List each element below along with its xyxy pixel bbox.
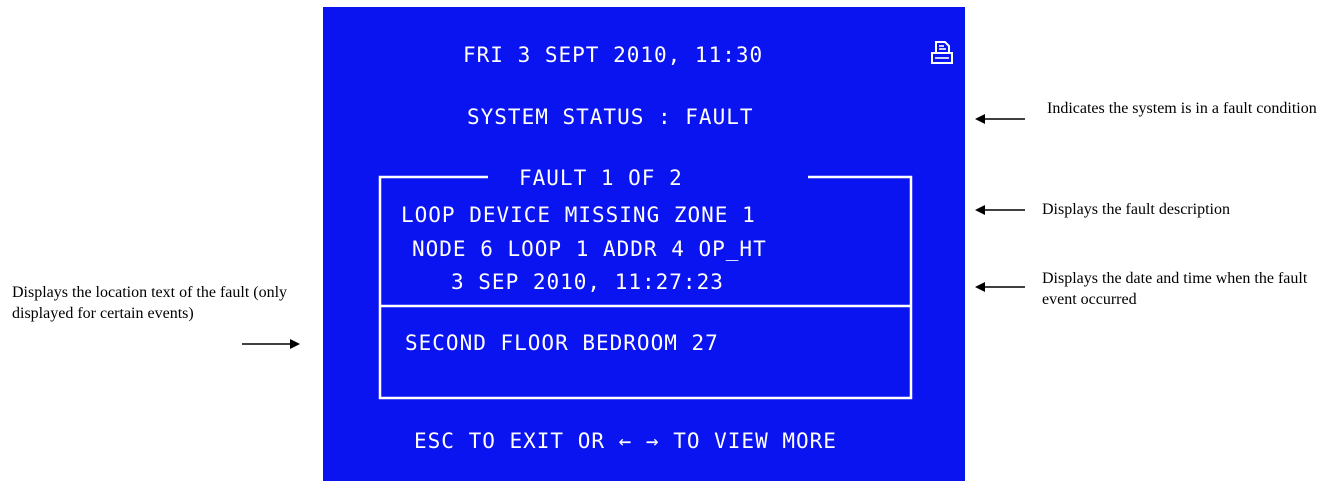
location-text: SECOND FLOOR BEDROOM 27 [405,331,719,355]
arrow-left-icon [975,282,1025,292]
arrow-left-icon [975,114,1025,124]
footer-navigation-hint: ESC TO EXIT OR ← → TO VIEW MORE [414,429,837,453]
display-screen: FRI 3 SEPT 2010, 11:30 SYSTEM STATUS : F… [323,7,965,481]
printer-icon[interactable] [931,41,953,65]
annotation-status-text: Indicates the system is in a fault condi… [1047,100,1317,117]
fault-timestamp: 3 SEP 2010, 11:27:23 [451,270,724,294]
annotation-description-text: Displays the fault description [1042,201,1230,218]
arrow-left-icon [975,205,1025,215]
annotation-datetime-text: Displays the date and time when the faul… [1042,270,1308,308]
fault-address: NODE 6 LOOP 1 ADDR 4 OP_HT [412,237,767,261]
annotation-location: Displays the location text of the fault … [12,282,297,324]
fault-description: LOOP DEVICE MISSING ZONE 1 [401,203,756,227]
arrow-right-icon [242,339,300,349]
system-status: SYSTEM STATUS : FAULT [467,105,754,129]
annotation-datetime: Displays the date and time when the faul… [1042,268,1332,310]
annotation-status: Indicates the system is in a fault condi… [1047,98,1327,119]
datetime-display: FRI 3 SEPT 2010, 11:30 [463,43,764,67]
annotation-description: Displays the fault description [1042,199,1332,220]
fault-counter: FAULT 1 OF 2 [519,166,683,190]
annotation-location-text: Displays the location text of the fault … [12,284,288,322]
